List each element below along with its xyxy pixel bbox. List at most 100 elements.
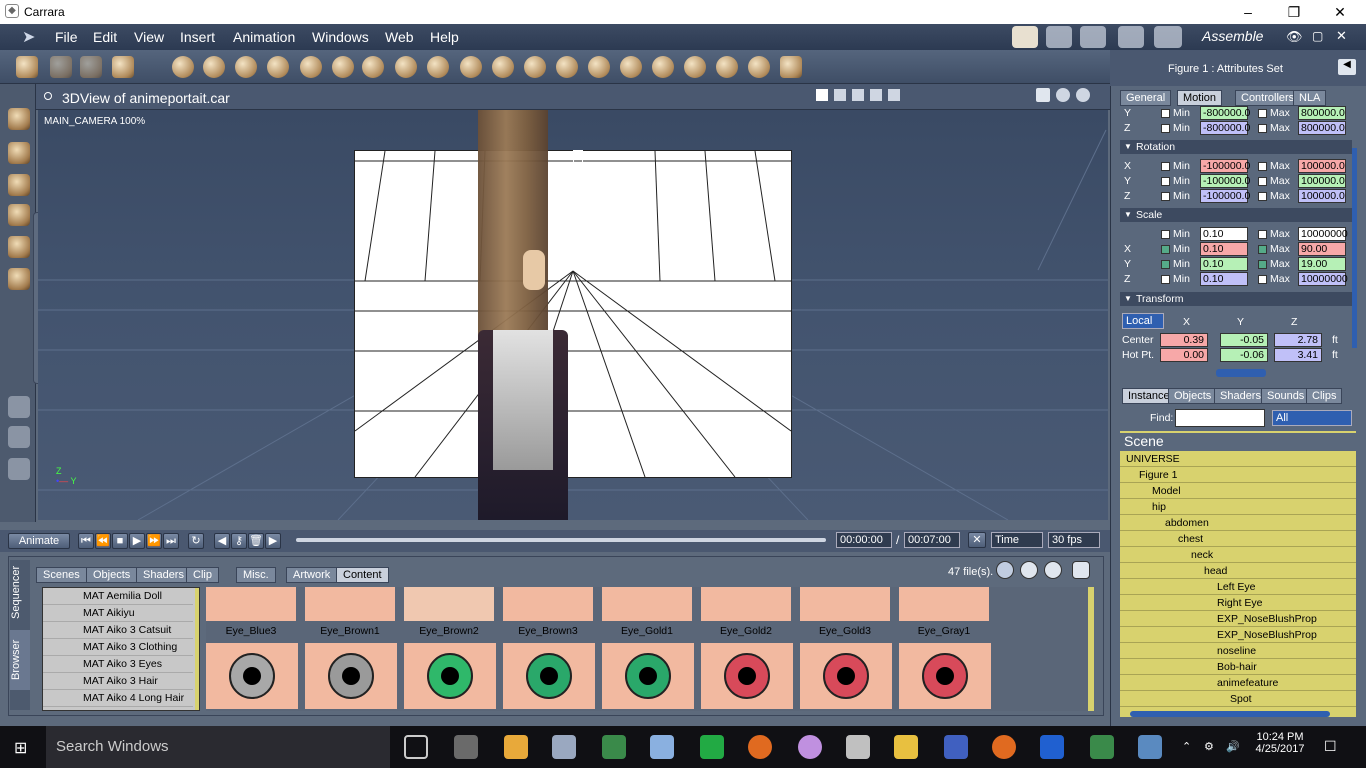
- play-icon[interactable]: ▶: [129, 533, 145, 549]
- windows-start-icon[interactable]: ⊞: [14, 738, 32, 757]
- volume-icon[interactable]: 🔊: [1226, 740, 1240, 753]
- taskbar-app-icon[interactable]: [454, 735, 478, 759]
- tab-misc[interactable]: Misc.: [236, 567, 276, 583]
- eye-thumbnail[interactable]: [404, 643, 496, 709]
- menu-view[interactable]: View: [134, 29, 164, 45]
- tab-nla[interactable]: NLA: [1293, 90, 1327, 106]
- maximize-button[interactable]: ❐: [1284, 2, 1304, 22]
- assemble-room-icon[interactable]: [1012, 26, 1038, 48]
- taskbar-app-icon[interactable]: [748, 735, 772, 759]
- loop-icon[interactable]: ↻: [188, 533, 204, 549]
- tab-shaders[interactable]: Shaders: [136, 567, 191, 583]
- insert-plant-icon[interactable]: [362, 56, 384, 78]
- thumbnail-preview[interactable]: [206, 587, 296, 621]
- taskbar-app-icon[interactable]: [846, 735, 870, 759]
- max-field[interactable]: 800000.0: [1298, 121, 1346, 135]
- camera-tool-icon[interactable]: [8, 396, 30, 418]
- paint-tool-icon[interactable]: [8, 268, 30, 290]
- delete-key-icon[interactable]: 🗑: [248, 533, 264, 549]
- browser-options-icon[interactable]: [1072, 561, 1090, 579]
- task-view-icon[interactable]: [404, 735, 428, 759]
- texture-room-icon[interactable]: [1118, 26, 1144, 48]
- taskbar-app-icon[interactable]: [1090, 735, 1114, 759]
- insert-fire-icon[interactable]: [492, 56, 514, 78]
- center-z-field[interactable]: 2.78: [1274, 333, 1322, 347]
- hotpt-y-field[interactable]: -0.06: [1220, 348, 1268, 362]
- taskbar-clock[interactable]: 10:24 PM 4/25/2017: [1250, 731, 1310, 755]
- time-slider[interactable]: [296, 538, 826, 542]
- layout-single-icon[interactable]: [816, 89, 828, 101]
- taskbar-app-icon[interactable]: [504, 735, 528, 759]
- tab-clips[interactable]: Clips: [1306, 388, 1343, 404]
- list-item[interactable]: MAT Aiko 4 Long Hair: [43, 690, 193, 707]
- max-field[interactable]: 800000.0: [1298, 106, 1346, 120]
- min-checkbox[interactable]: [1161, 245, 1170, 254]
- tab-scene-objects[interactable]: Objects: [1168, 388, 1218, 404]
- taskbar-app-icon[interactable]: [1138, 735, 1162, 759]
- max-field[interactable]: 100000.0: [1298, 174, 1346, 188]
- direct-manipulation-tool-icon[interactable]: [8, 142, 30, 164]
- panel-splitter[interactable]: [1216, 369, 1266, 377]
- layout-two-icon[interactable]: [852, 89, 864, 101]
- model-room-icon[interactable]: [1046, 26, 1072, 48]
- scene-tree-item[interactable]: abdomen: [1120, 515, 1356, 531]
- min-field[interactable]: -800000.0: [1200, 121, 1250, 135]
- thumbnail-preview[interactable]: [503, 587, 593, 621]
- rotation-section[interactable]: Rotation: [1120, 140, 1352, 154]
- max-checkbox[interactable]: [1258, 275, 1267, 284]
- figure-face[interactable]: [523, 250, 545, 290]
- scene-tree-item[interactable]: chest: [1120, 531, 1356, 547]
- scene-tree-item[interactable]: noseline: [1120, 643, 1356, 659]
- scene-tree-item[interactable]: Right Eye: [1120, 595, 1356, 611]
- insert-spline-object-icon[interactable]: [235, 56, 257, 78]
- min-field[interactable]: -800000.0: [1200, 106, 1250, 120]
- min-field[interactable]: -100000.0: [1200, 174, 1250, 188]
- selection-tool-icon[interactable]: [8, 108, 30, 130]
- wand-tool-icon[interactable]: [16, 56, 38, 78]
- close-button[interactable]: ✕: [1330, 2, 1350, 22]
- fast-forward-icon[interactable]: ⏩: [146, 533, 162, 549]
- hotpt-x-field[interactable]: 0.00: [1160, 348, 1208, 362]
- time-mode-select[interactable]: Time: [991, 532, 1043, 548]
- max-checkbox[interactable]: [1258, 124, 1267, 133]
- max-field[interactable]: 90.00: [1298, 242, 1346, 256]
- max-field[interactable]: 10000000: [1298, 272, 1348, 286]
- thumbnail-preview[interactable]: [701, 587, 791, 621]
- space-select[interactable]: Local: [1122, 313, 1164, 329]
- tab-general[interactable]: General: [1120, 90, 1172, 106]
- insert-terrain-icon[interactable]: [395, 56, 417, 78]
- taskbar-app-icon[interactable]: [798, 735, 822, 759]
- insert-formula-icon[interactable]: [300, 56, 322, 78]
- menu-file[interactable]: File: [55, 29, 78, 45]
- notifications-icon[interactable]: ☐: [1324, 738, 1337, 755]
- prev-key-icon[interactable]: ◀: [214, 533, 230, 549]
- list-item[interactable]: MAT Aiko 3 Catsuit: [43, 622, 193, 639]
- menu-insert[interactable]: Insert: [180, 29, 215, 45]
- bone-handle[interactable]: [573, 150, 583, 260]
- min-field[interactable]: 0.10: [1200, 257, 1248, 271]
- find-input[interactable]: [1175, 409, 1265, 427]
- scene-tree-item[interactable]: EXP_NoseBlushProp: [1120, 627, 1356, 643]
- insert-target-icon[interactable]: [748, 56, 770, 78]
- tab-objects[interactable]: Objects: [86, 567, 138, 583]
- list-scrollbar[interactable]: [195, 588, 199, 710]
- min-checkbox[interactable]: [1161, 109, 1170, 118]
- eyedropper-tool-icon[interactable]: [8, 236, 30, 258]
- pan-hand-icon[interactable]: [8, 426, 30, 448]
- scale-tool-icon[interactable]: [8, 204, 30, 226]
- eye-thumbnail[interactable]: [503, 643, 595, 709]
- hotpt-z-field[interactable]: 3.41: [1274, 348, 1322, 362]
- max-checkbox[interactable]: [1258, 109, 1267, 118]
- minimize-button[interactable]: –: [1238, 2, 1258, 22]
- menu-help[interactable]: Help: [430, 29, 459, 45]
- animate-button[interactable]: Animate: [8, 533, 70, 549]
- storyboard-room-icon[interactable]: [1080, 26, 1106, 48]
- menu-web[interactable]: Web: [385, 29, 414, 45]
- key-icon[interactable]: ⚷: [231, 533, 247, 549]
- layout-four-icon[interactable]: [888, 89, 900, 101]
- list-item[interactable]: MAT Aiko 3 Clothing: [43, 639, 193, 656]
- eye-thumbnail[interactable]: [602, 643, 694, 709]
- insert-vertex-object-icon[interactable]: [203, 56, 225, 78]
- tab-scene-shaders[interactable]: Shaders: [1214, 388, 1267, 404]
- collapse-panel-icon[interactable]: ◀: [1338, 59, 1356, 75]
